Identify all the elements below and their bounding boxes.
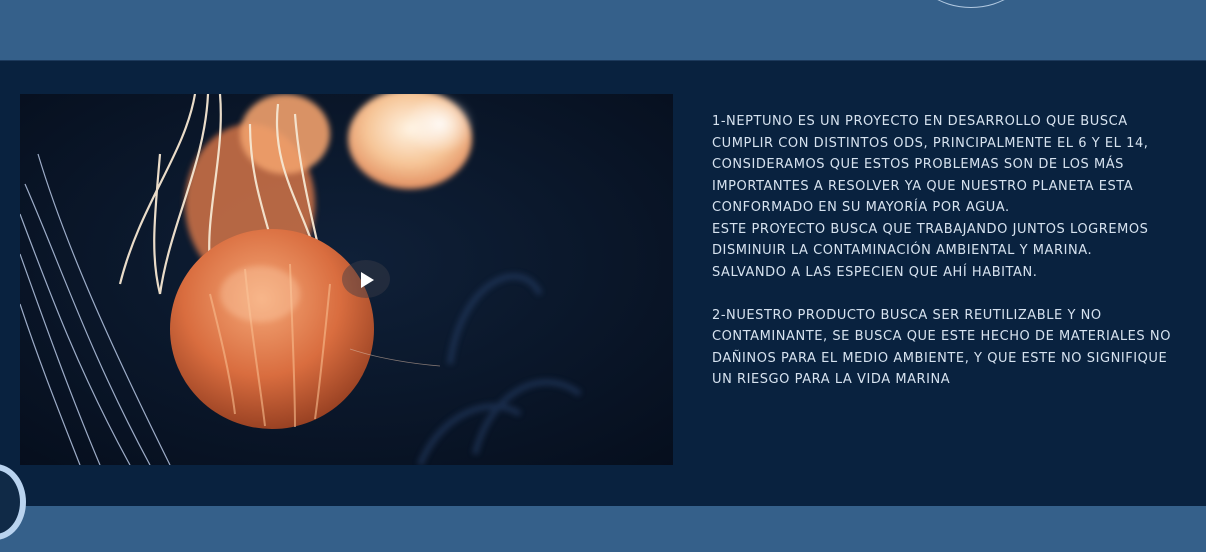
video-player[interactable] <box>20 94 673 465</box>
description-line: ESTE PROYECTO BUSCA QUE TRABAJANDO JUNTO… <box>712 221 1149 237</box>
description-line: 2-NUESTRO PRODUCTO BUSCA SER REUTILIZABL… <box>712 307 1102 323</box>
footer-band <box>0 506 1206 552</box>
description-line: 1-NEPTUNO ES UN PROYECTO EN DESARROLLO Q… <box>712 114 1128 129</box>
decorative-ring <box>912 0 1030 8</box>
play-icon <box>361 272 374 288</box>
description-line: DAÑINOS PARA EL MEDIO AMBIENTE, Y QUE ES… <box>712 350 1168 366</box>
description-line: CONSIDERAMOS QUE ESTOS PROBLEMAS SON DE … <box>712 157 1124 172</box>
play-button[interactable] <box>342 260 390 298</box>
description-line: CONFORMADO EN SU MAYORÍA POR AGUA. <box>712 200 1010 215</box>
description-line: SALVANDO A LAS ESPECIEN QUE AHÍ HABITAN. <box>712 264 1038 280</box>
description-line: DISMINUIR LA CONTAMINACIÓN AMBIENTAL Y M… <box>712 243 1093 258</box>
header-band <box>0 0 1206 60</box>
description-line: UN RIESGO PARA LA VIDA MARINA <box>712 372 951 387</box>
description-line: IMPORTANTES A RESOLVER YA QUE NUESTRO PL… <box>712 178 1134 194</box>
description-line: CUMPLIR CON DISTINTOS ODS, PRINCIPALMENT… <box>712 135 1149 151</box>
project-description: 1-NEPTUNO ES UN PROYECTO EN DESARROLLO Q… <box>712 111 1192 391</box>
description-line: CONTAMINANTE, SE BUSCA QUE ESTE HECHO DE… <box>712 329 1171 344</box>
